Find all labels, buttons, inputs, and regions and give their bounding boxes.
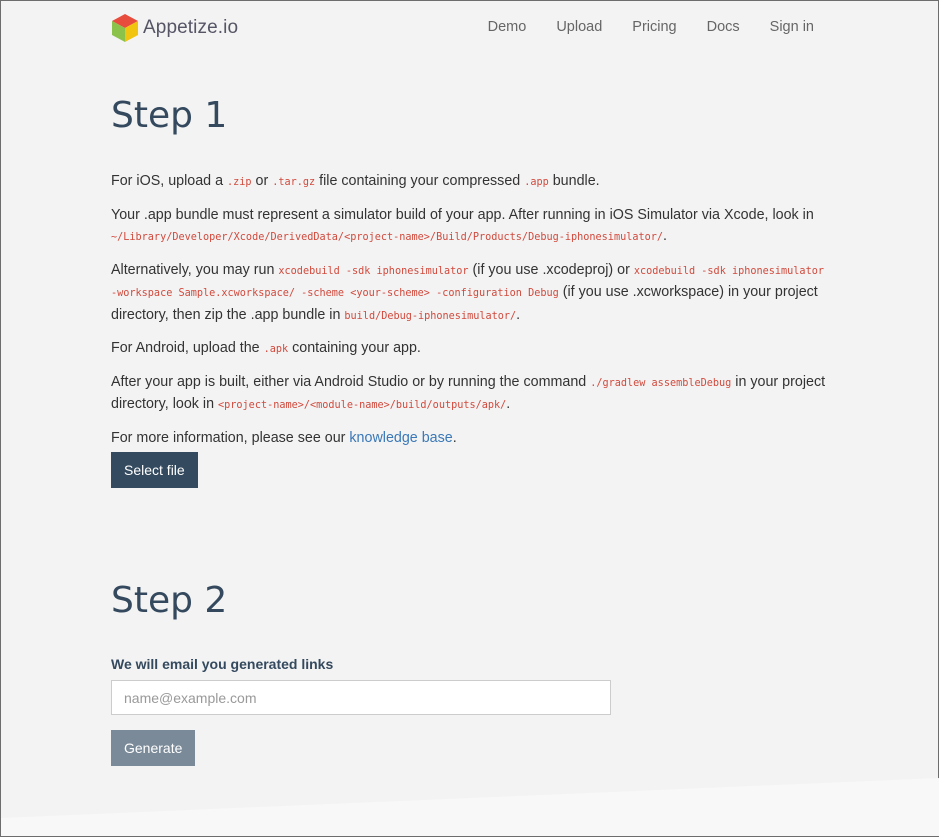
code-gradlew: ./gradlew assembleDebug [590,377,732,389]
step1-instructions: For iOS, upload a .zip or .tar.gz file c… [111,171,831,460]
email-input[interactable] [111,680,611,715]
text: file containing your compressed [315,173,525,189]
gradle-paragraph: After your app is built, either via Andr… [111,372,831,417]
text: containing your app. [288,340,421,356]
text: or [251,173,273,189]
background-shape [1,778,939,836]
text: . [663,228,667,244]
nav-link-pricing[interactable]: Pricing [632,19,676,35]
brand-name: Appetize.io [143,17,239,38]
brand-logo-link[interactable]: Appetize.io [111,13,238,43]
select-file-button[interactable]: Select file [111,452,198,488]
nav-link-sign-in[interactable]: Sign in [770,19,814,35]
code-app: .app [524,177,549,188]
navbar: Appetize.io Demo Upload Pricing Docs Sig… [1,1,938,55]
ios-upload-paragraph: For iOS, upload a .zip or .tar.gz file c… [111,171,831,194]
text: (if you use .xcodeproj) or [468,261,634,278]
text: After your app is built, either via Andr… [111,373,591,390]
nav-links: Demo Upload Pricing Docs Sign in [458,19,814,35]
android-upload-paragraph: For Android, upload the .apk containing … [111,338,831,361]
text: . [452,429,457,446]
code-derived-data-path: ~/Library/Developer/Xcode/DerivedData/<p… [111,232,664,243]
step2-title: Step 2 [111,580,228,621]
code-xcodebuild-project: xcodebuild -sdk iphonesimulator [278,265,469,277]
nav-link-demo[interactable]: Demo [488,19,527,35]
code-build-path: build/Debug-iphonesimulator/ [344,310,517,322]
text: Alternatively, you may run [111,261,279,278]
text: For Android, upload the [111,340,264,356]
text: bundle. [548,173,600,189]
text: . [516,306,521,323]
xcodebuild-paragraph: Alternatively, you may run xcodebuild -s… [111,260,831,328]
more-info-paragraph: For more information, please see our kno… [111,428,831,450]
nav-link-docs[interactable]: Docs [707,19,740,35]
code-zip: .zip [227,177,252,188]
code-apk: .apk [263,344,289,355]
text: For more information, please see our [111,429,350,446]
code-apk-output-path: <project-name>/<module-name>/build/outpu… [218,400,507,411]
nav-link-upload[interactable]: Upload [556,19,602,35]
knowledge-base-link[interactable]: knowledge base [349,430,452,446]
appetize-cube-icon [112,14,138,42]
email-label: We will email you generated links [111,656,334,672]
text: For iOS, upload a [111,173,228,189]
code-tar-gz: .tar.gz [272,177,316,188]
text: . [506,396,511,412]
generate-button[interactable]: Generate [111,730,196,766]
text: Your .app bundle must represent a simula… [111,206,814,223]
simulator-build-paragraph: Your .app bundle must represent a simula… [111,205,831,249]
step1-title: Step 1 [111,95,228,136]
